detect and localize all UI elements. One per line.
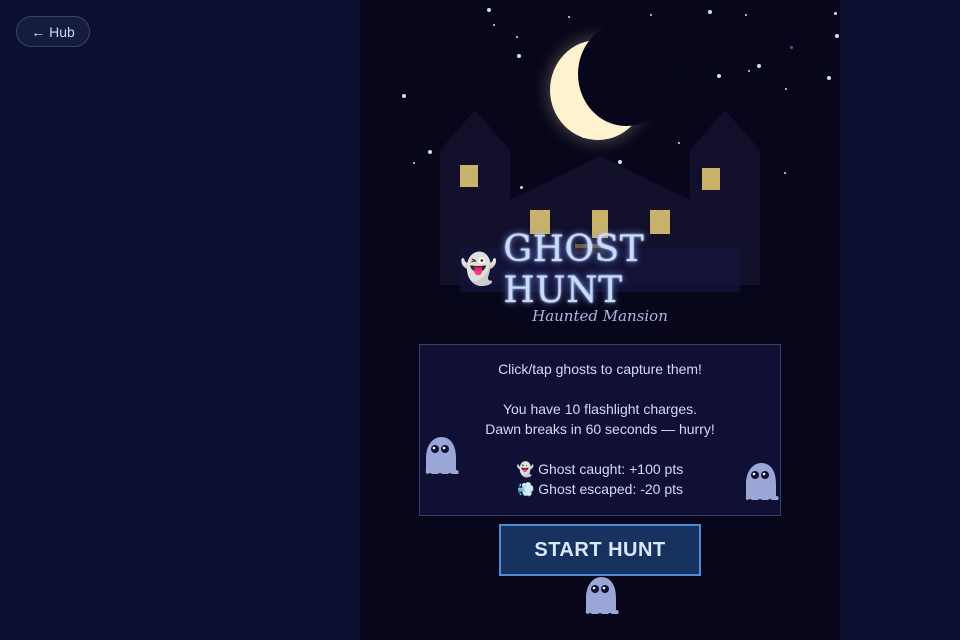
game-title: GHOST HUNT	[503, 229, 645, 311]
mansion-window	[460, 165, 478, 187]
ghost-sprite[interactable]	[742, 462, 780, 502]
instruction-line: You have 10 flashlight charges.	[502, 401, 698, 417]
ghost-sprite[interactable]	[582, 576, 620, 616]
ghost-icon: 👻	[516, 461, 535, 477]
title-banner: 👻 GHOST HUNT	[460, 229, 740, 311]
score-rule-caught: 👻 Ghost caught: +100 pts	[420, 459, 780, 479]
escaped-text: Ghost escaped: -20 pts	[538, 481, 684, 497]
instruction-line: Dawn breaks in 60 seconds — hurry!	[485, 421, 715, 437]
right-margin	[840, 0, 960, 640]
score-rule-escaped: 💨 Ghost escaped: -20 pts	[420, 479, 780, 499]
ghost-sprite[interactable]	[422, 436, 460, 476]
instructions-panel: Click/tap ghosts to capture them! You ha…	[419, 344, 781, 516]
start-hunt-button[interactable]: START HUNT	[499, 524, 701, 576]
caught-text: Ghost caught: +100 pts	[538, 461, 684, 477]
mansion-window	[702, 168, 720, 190]
game-stage[interactable]: 👻 GHOST HUNT Haunted Mansion Click/tap g…	[360, 0, 840, 640]
game-subtitle: Haunted Mansion	[532, 307, 668, 325]
ghost-icon: 👻	[460, 252, 498, 287]
hub-button[interactable]: ← Hub	[16, 16, 90, 47]
instruction-line: Click/tap ghosts to capture them!	[498, 361, 702, 377]
wind-icon: 💨	[516, 481, 535, 497]
